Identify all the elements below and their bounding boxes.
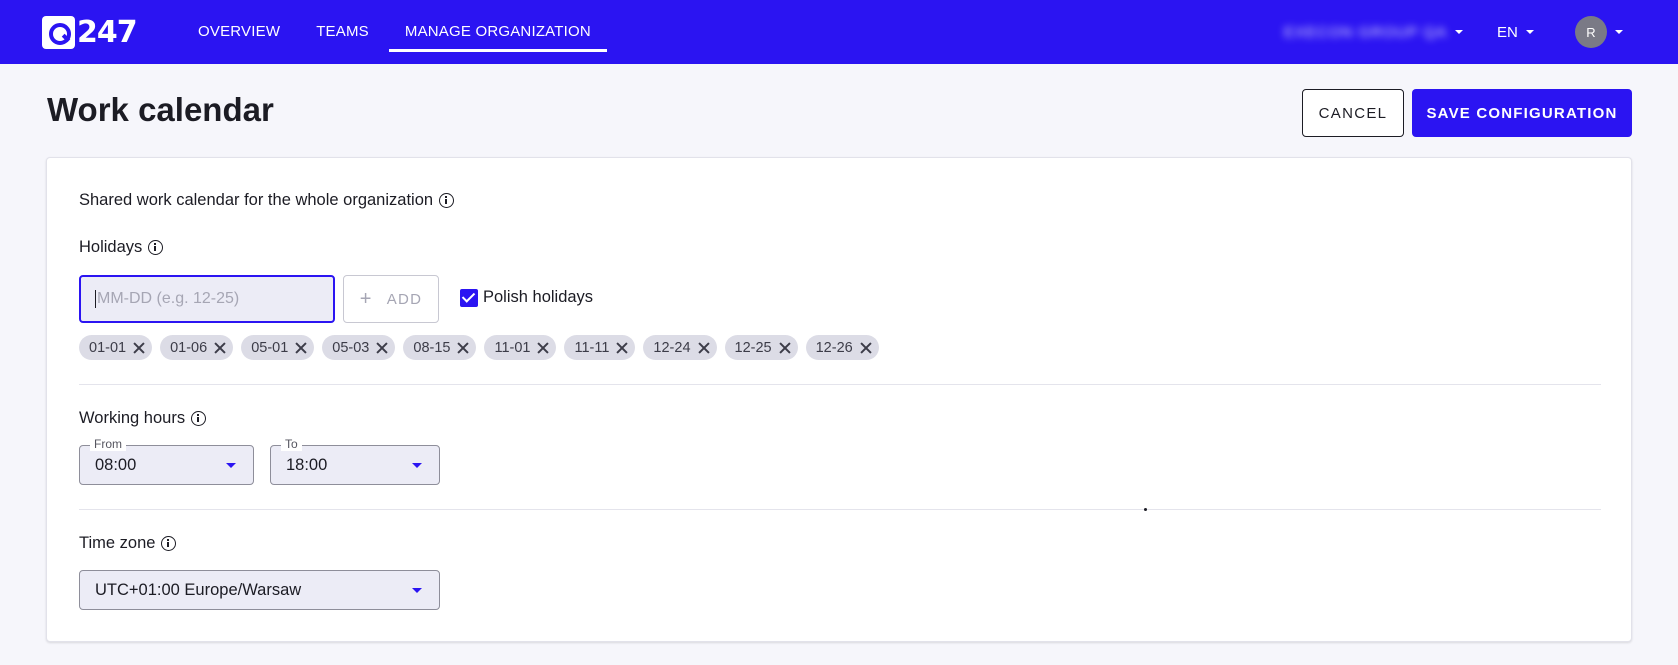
working-hours-label: Working hours (79, 409, 207, 428)
chevron-down-icon (226, 463, 236, 468)
holiday-chip-list: 01-01 01-06 05-01 05-03 08-15 11-01 11-1… (79, 335, 887, 360)
polish-holidays-label: Polish holidays (483, 288, 594, 306)
holiday-date-input[interactable]: MM-DD (e.g. 12-25) (79, 275, 335, 323)
work-calendar-card: Shared work calendar for the whole organ… (46, 157, 1632, 642)
time-zone-value: UTC+01:00 Europe/Warsaw (95, 580, 302, 599)
close-icon[interactable] (859, 341, 873, 355)
holiday-chip: 08-15 (403, 335, 477, 360)
working-hours-to-select[interactable]: To 18:00 (270, 437, 440, 485)
organization-selector[interactable]: EXECON GROUP QA (1284, 20, 1464, 44)
polish-holidays-toggle[interactable]: Polish holidays (460, 288, 593, 307)
info-icon[interactable] (439, 193, 455, 208)
holiday-chip-label: 12-25 (734, 339, 772, 356)
polish-holidays-checkbox[interactable] (460, 288, 478, 307)
close-icon[interactable] (132, 341, 146, 355)
holiday-chip: 05-03 (322, 335, 396, 360)
holiday-chip-label: 12-24 (653, 339, 691, 356)
to-value: 18:00 (286, 455, 328, 474)
holiday-chip: 01-06 (160, 335, 234, 360)
from-value: 08:00 (95, 455, 137, 474)
info-icon[interactable] (161, 536, 177, 551)
chevron-down-icon (1455, 30, 1464, 34)
holidays-label: Holidays (79, 238, 164, 257)
close-icon[interactable] (778, 341, 792, 355)
add-holiday-label: ADD (386, 290, 423, 308)
info-icon[interactable] (191, 411, 207, 426)
close-icon[interactable] (213, 341, 227, 355)
calendar-description-text: Shared work calendar for the whole organ… (79, 191, 434, 209)
logo-text: 247 (77, 14, 138, 50)
organization-name: EXECON GROUP QA (1284, 23, 1448, 41)
add-holiday-button[interactable]: + ADD (343, 275, 439, 323)
text-cursor (95, 290, 96, 308)
close-icon[interactable] (375, 341, 389, 355)
save-configuration-button[interactable]: SAVE CONFIGURATION (1412, 89, 1632, 137)
holiday-chip-label: 05-01 (251, 339, 289, 356)
time-zone-label-text: Time zone (79, 534, 156, 552)
calendar-description: Shared work calendar for the whole organ… (79, 191, 455, 210)
holiday-chip: 11-11 (564, 335, 636, 360)
working-hours-label-text: Working hours (79, 409, 186, 427)
holiday-chip: 12-26 (805, 335, 879, 360)
close-icon[interactable] (456, 341, 470, 355)
nav-manage-organization[interactable]: MANAGE ORGANIZATION (387, 0, 609, 64)
section-divider (79, 384, 1601, 385)
mouse-pointer-dot (1144, 508, 1147, 511)
app-logo[interactable]: 247 (42, 14, 138, 50)
close-icon[interactable] (536, 341, 550, 355)
holiday-chip-label: 05-03 (332, 339, 370, 356)
holiday-chip-label: 12-26 (815, 339, 853, 356)
time-zone-select[interactable]: UTC+01:00 Europe/Warsaw (79, 570, 440, 610)
chevron-down-icon (412, 463, 422, 468)
holiday-input-placeholder: MM-DD (e.g. 12-25) (97, 290, 240, 307)
close-icon[interactable] (615, 341, 629, 355)
chevron-down-icon (1615, 30, 1623, 34)
chevron-down-icon (1525, 30, 1534, 34)
holidays-label-text: Holidays (79, 238, 143, 256)
to-label: To (281, 437, 302, 451)
logo-q-icon (42, 15, 75, 49)
holiday-chip: 05-01 (241, 335, 315, 360)
cancel-button[interactable]: CANCEL (1302, 89, 1404, 137)
holiday-chip-label: 01-01 (89, 339, 127, 356)
nav-teams[interactable]: TEAMS (298, 0, 387, 64)
language-selector[interactable]: EN (1497, 20, 1534, 44)
top-navbar: 247 OVERVIEW TEAMS MANAGE ORGANIZATION E… (0, 0, 1678, 64)
from-label: From (90, 437, 126, 451)
holiday-chip-label: 08-15 (413, 339, 451, 356)
info-icon[interactable] (148, 240, 164, 255)
chevron-down-icon (412, 588, 422, 593)
holiday-chip-label: 11-11 (574, 339, 610, 356)
holiday-chip-label: 11-01 (494, 339, 531, 356)
holiday-chip: 11-01 (484, 335, 557, 360)
page-title: Work calendar (47, 91, 274, 128)
working-hours-from-select[interactable]: From 08:00 (79, 437, 254, 485)
time-zone-label: Time zone (79, 534, 177, 553)
close-icon[interactable] (697, 341, 711, 355)
close-icon[interactable] (294, 341, 308, 355)
holiday-chip: 01-01 (79, 335, 153, 360)
avatar: R (1575, 16, 1607, 48)
holiday-chip: 12-25 (724, 335, 798, 360)
section-divider (79, 509, 1601, 510)
language-label: EN (1497, 23, 1518, 41)
plus-icon: + (359, 287, 373, 310)
holiday-chip-label: 01-06 (170, 339, 208, 356)
holiday-chip: 12-24 (643, 335, 717, 360)
nav-overview[interactable]: OVERVIEW (180, 0, 298, 64)
user-menu[interactable]: R (1575, 16, 1623, 48)
main-nav: OVERVIEW TEAMS MANAGE ORGANIZATION (180, 0, 609, 64)
